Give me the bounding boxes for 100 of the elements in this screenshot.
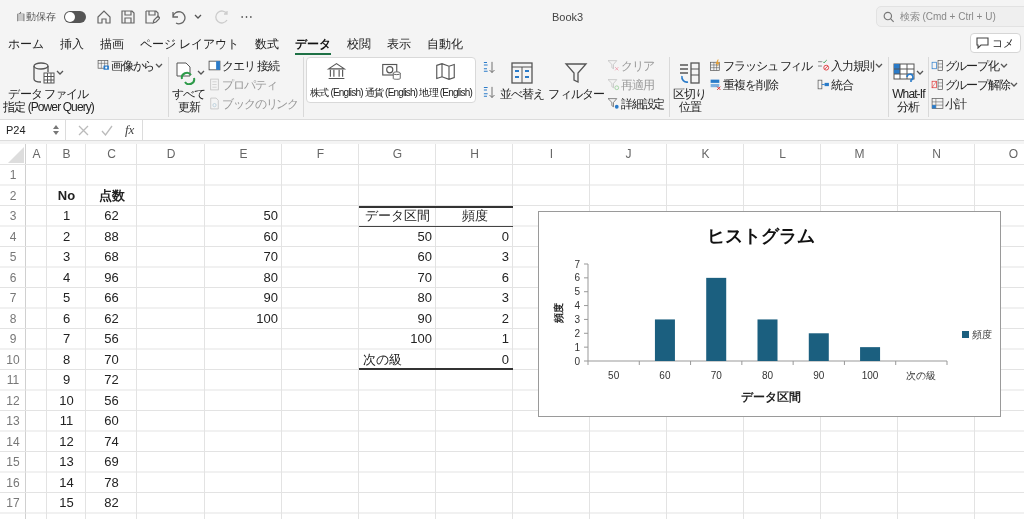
- row-header[interactable]: 15: [0, 452, 26, 473]
- ribbon-button[interactable]: 小計: [930, 95, 1019, 112]
- ribbon-button[interactable]: クエリ 接続: [208, 57, 299, 74]
- checkmark-icon[interactable]: [101, 124, 113, 136]
- column-header[interactable]: L: [744, 144, 821, 165]
- sort-button[interactable]: [482, 59, 497, 76]
- table-cell-text: 90: [262, 289, 279, 307]
- table-cell-text: 72: [103, 371, 120, 389]
- row-header[interactable]: 8: [0, 308, 26, 329]
- table-cell-text: 88: [103, 227, 120, 246]
- column-header[interactable]: I: [513, 144, 590, 165]
- table-cell-text: 9: [61, 371, 72, 389]
- row-header[interactable]: 9: [0, 329, 26, 350]
- table-cell-text: 69: [103, 453, 120, 471]
- data-type-button[interactable]: 株式 (English): [310, 61, 363, 100]
- table-cell-text: 7: [61, 330, 72, 348]
- data-type-button[interactable]: 地理 (English): [419, 61, 472, 100]
- caret-icon: [999, 62, 1008, 69]
- save-as-icon[interactable]: [144, 8, 160, 25]
- column-header[interactable]: D: [137, 144, 205, 165]
- column-header[interactable]: O: [975, 144, 1024, 165]
- ribbon-button[interactable]: 重複を削除: [709, 76, 812, 93]
- ribbon-tab[interactable]: 描画: [100, 35, 124, 55]
- column-header[interactable]: B: [47, 144, 86, 165]
- column-header[interactable]: E: [205, 144, 282, 165]
- ribbon-button[interactable]: フィルター: [547, 57, 605, 101]
- undo-icon[interactable]: [170, 8, 186, 25]
- histogram-chart[interactable]: ヒストグラム 0 1 2 3 4 5 6 7 50 60 70 80 90 100 次の級 データ区間 頻度 頻度: [538, 211, 1001, 417]
- row-header[interactable]: 3: [0, 206, 26, 227]
- column-header[interactable]: G: [359, 144, 436, 165]
- table-cell-text: 66: [103, 289, 120, 307]
- table-cell-text: No: [56, 186, 77, 205]
- table-cell-text: 50: [416, 227, 433, 246]
- ribbon-button[interactable]: グループ化: [930, 57, 1019, 74]
- cancel-icon[interactable]: [78, 124, 89, 136]
- ribbon-button[interactable]: 入力規則: [817, 57, 884, 74]
- column-header[interactable]: C: [86, 144, 137, 165]
- ribbon-tab[interactable]: 校閲: [347, 35, 372, 55]
- save-icon[interactable]: [120, 8, 136, 25]
- ungroup-icon: [930, 78, 944, 91]
- column-header[interactable]: A: [26, 144, 47, 165]
- ribbon-button[interactable]: What-If 分析: [891, 57, 926, 114]
- row-header[interactable]: 14: [0, 431, 26, 452]
- ribbon-button[interactable]: 詳細設定: [606, 95, 665, 112]
- column-header[interactable]: N: [898, 144, 975, 165]
- ribbon-tab[interactable]: ホーム: [8, 35, 44, 55]
- ribbon-tab[interactable]: 数式: [255, 35, 280, 55]
- column-header[interactable]: H: [436, 144, 513, 165]
- ribbon-button[interactable]: すべて 更新: [171, 57, 207, 114]
- ribbon-button[interactable]: フラッシュ フィル: [709, 57, 812, 74]
- ribbon-button[interactable]: 統合: [817, 76, 884, 93]
- tick-label: 5: [574, 286, 580, 298]
- column-header[interactable]: F: [282, 144, 359, 165]
- function-button[interactable]: fx: [125, 120, 135, 140]
- column-header[interactable]: K: [667, 144, 744, 165]
- home-icon[interactable]: [96, 8, 112, 25]
- column-header[interactable]: J: [590, 144, 667, 165]
- table-cell-text: 62: [103, 309, 120, 328]
- ribbon-button[interactable]: 区切り 位置: [672, 57, 708, 114]
- row-header[interactable]: 2: [0, 185, 26, 206]
- table-cell-text: 100: [255, 309, 279, 328]
- ribbon-button[interactable]: データ ファイル 指定 (Power Query): [2, 57, 95, 114]
- row-header[interactable]: 7: [0, 288, 26, 309]
- caret-icon: [56, 69, 65, 76]
- ribbon-button[interactable]: 並べ替え: [499, 57, 546, 101]
- filter-icon: [606, 59, 620, 72]
- axis-title: 頻度: [553, 303, 564, 323]
- ribbon-tab[interactable]: データ: [295, 35, 332, 55]
- row-header[interactable]: 10: [0, 349, 26, 370]
- column-header[interactable]: M: [821, 144, 898, 165]
- row-header[interactable]: 1: [0, 165, 26, 186]
- banknote-icon: [380, 61, 402, 82]
- ribbon-button[interactable]: 画像から: [96, 57, 164, 74]
- row-header[interactable]: 11: [0, 370, 26, 391]
- row-header[interactable]: 16: [0, 472, 26, 493]
- autosave-toggle[interactable]: [64, 10, 86, 23]
- row-header[interactable]: 5: [0, 247, 26, 268]
- more-button[interactable]: ⋯: [240, 6, 253, 27]
- stepper-icon: [53, 124, 59, 136]
- row-header[interactable]: 13: [0, 411, 26, 432]
- sort-ascending-icon: [482, 60, 497, 75]
- ribbon-tab[interactable]: 挿入: [60, 35, 84, 55]
- row-header[interactable]: 4: [0, 226, 26, 247]
- ribbon-tab[interactable]: 自動化: [427, 35, 464, 55]
- data-type-button[interactable]: 通貨 (English): [364, 61, 418, 100]
- row-header[interactable]: 6: [0, 267, 26, 288]
- legend-marker: [962, 331, 969, 338]
- search-icon: [883, 10, 895, 23]
- row-header[interactable]: 12: [0, 390, 26, 411]
- sort-button[interactable]: [482, 84, 497, 101]
- table-cell-text: 10: [58, 391, 75, 410]
- ribbon-tab[interactable]: ページ レイアウト: [140, 35, 240, 55]
- name-box[interactable]: P24: [0, 120, 66, 140]
- ribbon-tab[interactable]: 表示: [387, 35, 412, 55]
- search-field[interactable]: 検索 (Cmd + Ctrl + U): [876, 6, 1024, 27]
- table-cell-text: 8: [61, 350, 72, 369]
- table-cell-text: 2: [500, 309, 510, 328]
- comment-button[interactable]: コメ: [970, 33, 1021, 53]
- row-header[interactable]: 17: [0, 493, 26, 514]
- ribbon-button[interactable]: グループ解除: [930, 76, 1019, 93]
